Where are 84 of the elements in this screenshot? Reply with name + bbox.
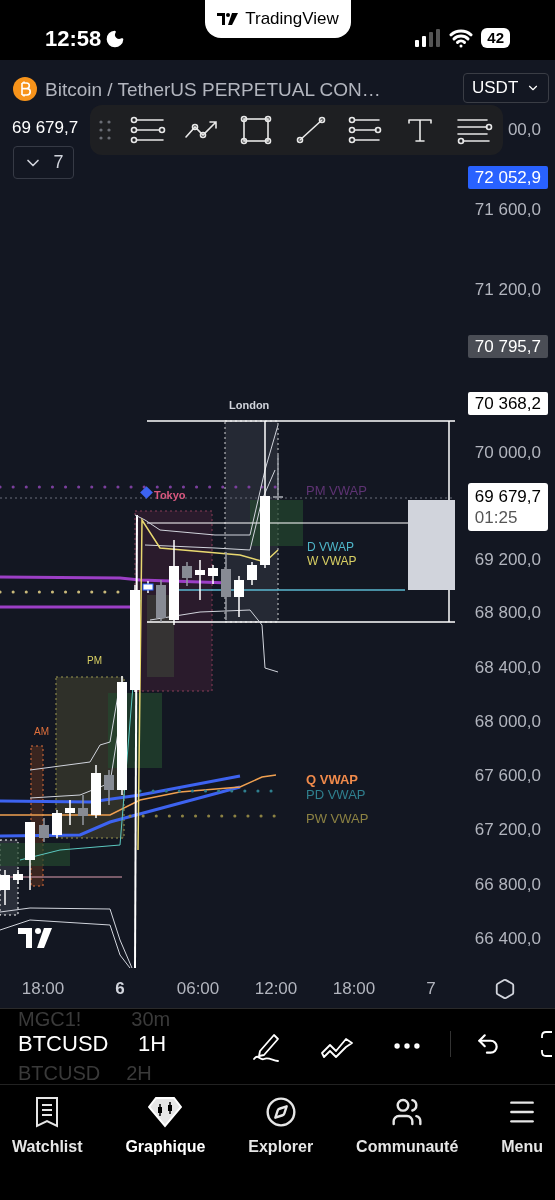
current-price: 69 679,7 xyxy=(12,117,79,139)
chart-label: PW VWAP xyxy=(306,811,369,825)
tab-bar-item[interactable]: Communauté xyxy=(356,1095,459,1200)
tradingview-logo-icon xyxy=(18,928,52,948)
indicators-toggle[interactable]: 7 xyxy=(13,146,74,179)
price-label: 00,0 xyxy=(507,121,541,138)
tradingview-logo-icon xyxy=(217,13,240,25)
price-label: 67 600,0 xyxy=(474,767,541,784)
candlestick xyxy=(234,575,244,618)
price-tag: 70 795,7 xyxy=(467,335,548,358)
time-label: 7 xyxy=(426,980,436,997)
price-label: 71 600,0 xyxy=(474,201,541,218)
chart-label: W VWAP xyxy=(307,555,357,568)
candlestick xyxy=(91,764,101,819)
interval-selector[interactable]: 1H xyxy=(138,1033,167,1055)
fullscreen-icon[interactable] xyxy=(540,1030,555,1058)
candlestick-diamond-icon xyxy=(148,1096,183,1128)
chart-label: D VWAP xyxy=(307,541,354,554)
bar-countdown: 01:25 xyxy=(474,507,519,528)
candlestick xyxy=(39,817,49,843)
candlestick xyxy=(156,579,166,623)
candlestick xyxy=(104,769,114,806)
battery-level: 42 xyxy=(481,28,510,48)
interval-option: 2H xyxy=(126,1063,152,1083)
tab-bar-item[interactable]: Menu xyxy=(501,1095,543,1200)
chart-label: London xyxy=(229,400,270,412)
candlestick xyxy=(13,869,23,885)
candlestick xyxy=(52,809,62,839)
diamond-marker xyxy=(140,486,153,499)
candlestick xyxy=(208,564,218,585)
compass-icon xyxy=(264,1096,297,1128)
price-tag: 72 052,9 xyxy=(467,166,548,189)
bitcoin-icon xyxy=(13,77,37,101)
price-label: 66 800,0 xyxy=(474,876,541,893)
time-label: 12:00 xyxy=(254,980,298,997)
undo-icon[interactable] xyxy=(475,1031,501,1057)
candlestick xyxy=(25,821,35,891)
chart-label: Tokyo xyxy=(154,490,186,502)
candlestick xyxy=(78,794,88,826)
candlestick xyxy=(0,869,10,906)
bookmark-list-icon xyxy=(34,1096,61,1128)
price-label: 69 200,0 xyxy=(474,551,541,568)
currency-dropdown[interactable]: USDT xyxy=(463,73,549,103)
candlestick xyxy=(221,551,231,621)
tab-bar-item[interactable]: Watchlist xyxy=(12,1095,83,1200)
symbol-option: MGC1! xyxy=(18,1009,82,1029)
price-label: 70 000,0 xyxy=(474,444,541,461)
time-label: 18:00 xyxy=(332,980,376,997)
price-label: 68 800,0 xyxy=(474,604,541,621)
settings-icon[interactable] xyxy=(494,978,516,1000)
chart-label: PM VWAP xyxy=(306,483,367,497)
drag-handle-icon[interactable] xyxy=(98,118,112,142)
people-icon xyxy=(391,1096,424,1128)
time-label: 06:00 xyxy=(176,980,220,997)
candlestick xyxy=(195,559,205,601)
last-price: 69 679,7 xyxy=(474,486,541,507)
interval-option: 30m xyxy=(131,1009,171,1029)
candlestick xyxy=(65,799,75,826)
price-label: 66 400,0 xyxy=(474,930,541,947)
time-label: 6 xyxy=(115,980,125,997)
price-label: 71 200,0 xyxy=(474,281,541,298)
candlestick xyxy=(273,454,283,501)
symbol-selector[interactable]: BTCUSD xyxy=(18,1033,109,1055)
price-tag: 70 368,2 xyxy=(467,392,548,415)
symbol-title[interactable]: Bitcoin / TetherUS PERPETUAL CON… xyxy=(45,79,381,99)
tab-bar-item[interactable]: Explorer xyxy=(248,1095,314,1200)
parallel-channel-icon[interactable] xyxy=(128,115,167,145)
tab-bar-item[interactable]: Graphique xyxy=(125,1095,206,1200)
chart-label: Q VWAP xyxy=(306,772,358,786)
moon-icon xyxy=(105,29,126,49)
candlestick xyxy=(247,561,257,586)
symbol-option: BTCUSD xyxy=(18,1063,101,1083)
signal-icon xyxy=(415,29,442,47)
chart-label: AM xyxy=(34,727,49,737)
price-label: 67 200,0 xyxy=(474,821,541,838)
candlestick xyxy=(182,561,192,587)
time-label: 18:00 xyxy=(21,980,65,997)
price-label: 68 400,0 xyxy=(474,659,541,676)
candlestick xyxy=(142,580,154,594)
app-name: TradingView xyxy=(245,8,339,31)
chart-label: PD VWAP xyxy=(306,787,366,801)
status-time: 12:58 xyxy=(45,28,102,50)
price-label: 68 000,0 xyxy=(474,713,541,730)
chart-label: PM xyxy=(87,656,102,666)
